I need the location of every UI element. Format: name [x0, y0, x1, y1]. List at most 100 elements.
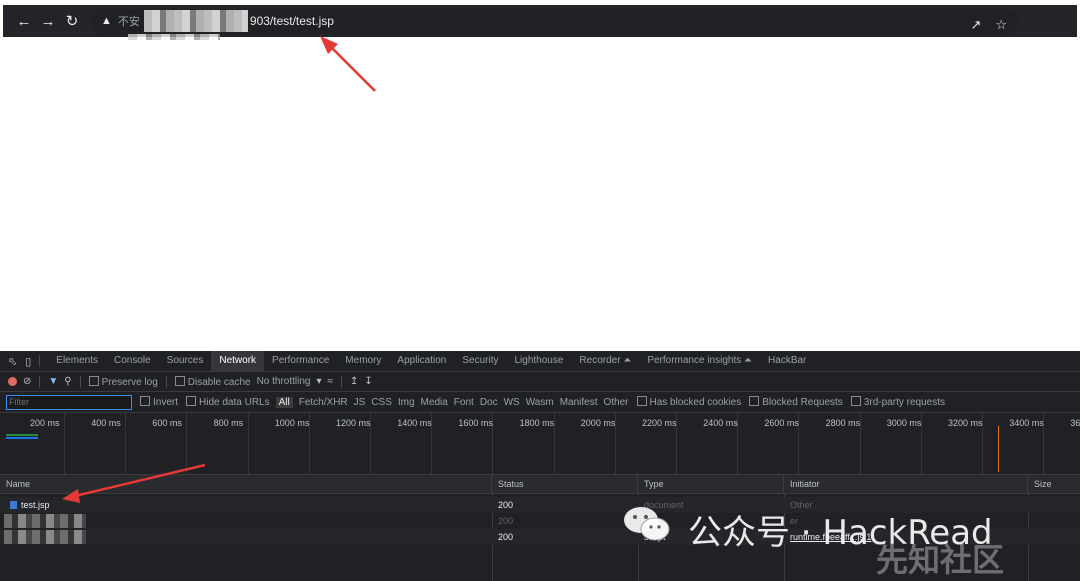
request-name-text: test.jsp	[21, 500, 50, 510]
tab-performance-insights[interactable]: Performance insights ⏶	[639, 351, 760, 371]
tab-application[interactable]: Application	[389, 351, 454, 371]
blocked-requests-checkbox[interactable]: Blocked Requests	[749, 396, 843, 408]
request-status: 200	[498, 500, 514, 510]
filter-input[interactable]: Filter	[6, 394, 132, 410]
timeline-gridline	[186, 412, 188, 474]
address-bar[interactable]: ▲ 不安 903/test/test.jsp ↗ ☆	[91, 9, 1019, 33]
filter-all[interactable]: All	[275, 396, 293, 408]
timeline-tick-label: 3200 ms	[948, 418, 983, 428]
col-header-type[interactable]: Type	[638, 475, 784, 493]
tab-memory[interactable]: Memory	[337, 351, 389, 371]
filter-other[interactable]: Other	[603, 397, 628, 408]
divider	[341, 375, 343, 388]
col-header-status[interactable]: Status	[492, 475, 638, 493]
filter-wasm[interactable]: Wasm	[526, 397, 554, 408]
throttling-select[interactable]: No throttling	[257, 376, 311, 387]
devtools-tab-bar: ⬁ ▯ Elements Console Sources Network Per…	[0, 351, 1080, 372]
has-blocked-cookies-checkbox[interactable]: Has blocked cookies	[636, 396, 742, 408]
timeline-tick-label: 360	[1070, 418, 1080, 428]
divider	[39, 375, 41, 388]
bookmark-star-icon[interactable]: ☆	[995, 17, 1007, 33]
dom-content-loaded-bar	[6, 434, 38, 436]
share-icon[interactable]: ↗	[970, 17, 981, 33]
hide-data-urls-label: Hide data URLs	[199, 397, 270, 408]
tab-security[interactable]: Security	[454, 351, 506, 371]
disable-cache-label: Disable cache	[187, 376, 251, 388]
forward-icon[interactable]: →	[37, 13, 59, 30]
blocked-requests-label: Blocked Requests	[762, 397, 843, 408]
timeline-tick-label: 3400 ms	[1009, 418, 1044, 428]
timeline-tick-label: 400 ms	[91, 418, 121, 428]
filter-css[interactable]: CSS	[371, 397, 392, 408]
timeline-tick-label: 2200 ms	[642, 418, 677, 428]
timeline-tick-label: 1800 ms	[519, 418, 555, 428]
request-name[interactable]: test.jsp	[4, 497, 490, 513]
col-header-name[interactable]: Name	[0, 475, 492, 493]
tab-elements[interactable]: Elements	[48, 351, 106, 371]
redacted-host-overflow	[128, 34, 220, 40]
record-icon[interactable]	[8, 377, 17, 386]
hide-data-urls-checkbox[interactable]: Hide data URLs	[186, 396, 270, 408]
browser-toolbar: ← → ↻ ▲ 不安 903/test/test.jsp ↗ ☆	[3, 5, 1077, 37]
timeline-tick-label: 600 ms	[152, 418, 182, 428]
filter-manifest[interactable]: Manifest	[560, 397, 598, 408]
divider	[165, 375, 167, 388]
timeline-tick-label: 1600 ms	[458, 418, 493, 428]
tab-lighthouse[interactable]: Lighthouse	[506, 351, 571, 371]
filter-fetch-xhr[interactable]: Fetch/XHR	[299, 397, 348, 408]
tab-sources[interactable]: Sources	[159, 351, 212, 371]
disable-cache-checkbox[interactable]: Disable cache	[174, 375, 251, 388]
divider	[79, 375, 81, 388]
tab-network[interactable]: Network	[211, 351, 265, 371]
network-conditions-icon[interactable]: ≈	[328, 376, 334, 387]
import-har-icon[interactable]: ↥	[350, 376, 358, 387]
wechat-logo-icon	[624, 507, 670, 541]
filter-font[interactable]: Font	[454, 397, 474, 408]
preserve-log-checkbox[interactable]: Preserve log	[88, 375, 158, 388]
filter-doc[interactable]: Doc	[480, 397, 498, 408]
device-toolbar-icon[interactable]: ▯	[25, 355, 31, 368]
insecure-label: 不安	[117, 16, 140, 28]
filter-media[interactable]: Media	[421, 397, 448, 408]
filter-icon[interactable]: ▼	[48, 376, 58, 387]
filter-bar: Filter Invert Hide data URLs All Fetch/X…	[0, 392, 1080, 413]
redacted-host	[143, 10, 248, 32]
tab-recorder[interactable]: Recorder ⏶	[571, 351, 639, 371]
request-bar	[6, 437, 38, 439]
url-path[interactable]: 903/test/test.jsp	[250, 14, 334, 28]
timeline-tick-label: 2400 ms	[703, 418, 738, 428]
timeline-tick-label: 800 ms	[213, 418, 244, 428]
col-header-initiator[interactable]: Initiator	[784, 475, 1028, 493]
network-timeline-overview[interactable]: 200 ms 400 ms 600 ms 800 ms 1000 ms 1200 ms 14…	[0, 412, 1080, 475]
timeline-gridline	[125, 412, 127, 474]
timeline-tick-label: 1000 ms	[274, 418, 310, 428]
back-icon[interactable]: ←	[13, 13, 35, 30]
timeline-gridline	[64, 412, 65, 474]
network-toolbar: ⊘ ▼ ⚲ Preserve log Disable cache No thro…	[0, 372, 1080, 392]
redacted-request-name	[4, 530, 86, 544]
request-status: 200	[498, 516, 514, 526]
tab-console[interactable]: Console	[106, 351, 159, 371]
invert-label: Invert	[153, 397, 179, 408]
timeline-tick-label: 200 ms	[30, 418, 60, 428]
export-har-icon[interactable]: ↧	[364, 376, 372, 387]
third-party-checkbox[interactable]: 3rd-party requests	[850, 396, 945, 408]
has-blocked-cookies-label: Has blocked cookies	[649, 397, 742, 408]
reload-icon[interactable]: ↻	[61, 12, 83, 30]
preserve-log-label: Preserve log	[101, 376, 158, 388]
filter-js[interactable]: JS	[354, 397, 366, 408]
invert-checkbox[interactable]: Invert	[140, 396, 178, 408]
tab-performance[interactable]: Performance	[264, 351, 337, 371]
timeline-tick-label: 3000 ms	[886, 418, 922, 428]
filter-img[interactable]: Img	[398, 397, 415, 408]
inspect-element-icon[interactable]: ⬁	[8, 355, 17, 368]
clear-icon[interactable]: ⊘	[23, 376, 31, 387]
filter-ws[interactable]: WS	[504, 397, 520, 408]
search-icon[interactable]: ⚲	[64, 376, 71, 387]
chevron-down-icon[interactable]: ▾	[317, 376, 322, 387]
tab-hackbar[interactable]: HackBar	[760, 351, 814, 371]
warning-icon[interactable]: ▲	[101, 15, 112, 27]
col-header-size[interactable]: Size	[1028, 475, 1080, 493]
watermark-site: 先知社区	[876, 542, 1005, 578]
timeline-tick-label: 1200 ms	[336, 418, 371, 428]
